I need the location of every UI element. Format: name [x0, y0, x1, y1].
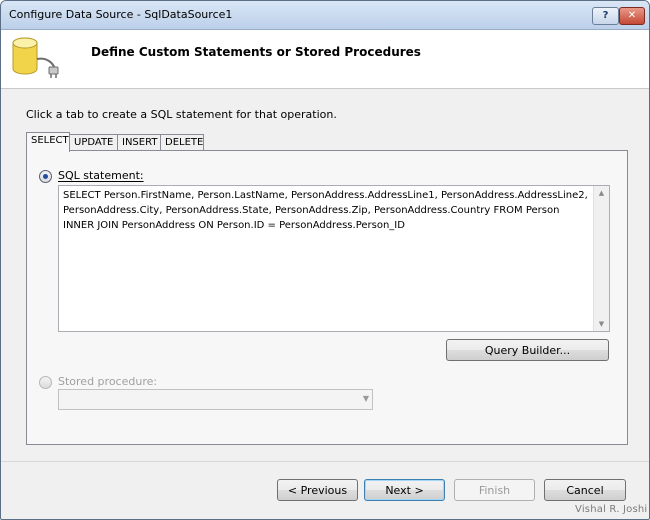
close-button[interactable]: ✕	[619, 7, 645, 25]
select-tab-panel: SQL statement: SELECT Person.FirstName, …	[26, 150, 628, 445]
sql-statement-text: SELECT Person.FirstName, Person.LastName…	[63, 190, 588, 231]
sql-statement-label[interactable]: SQL statement:	[58, 169, 144, 182]
chevron-down-icon: ▼	[362, 394, 369, 403]
sql-statement-radio[interactable]	[39, 170, 52, 183]
sql-statement-label-text: SQL statement:	[58, 169, 144, 182]
title-bar[interactable]: Configure Data Source - SqlDataSource1 ?…	[1, 1, 649, 30]
database-plug-icon	[12, 37, 59, 78]
finish-button[interactable]: Finish	[454, 479, 535, 501]
scroll-up-icon[interactable]: ▲	[594, 186, 609, 200]
tab-update[interactable]: UPDATE	[69, 134, 119, 151]
wizard-header: Define Custom Statements or Stored Proce…	[1, 30, 649, 89]
next-button[interactable]: Next >	[364, 479, 445, 501]
page-title: Define Custom Statements or Stored Proce…	[91, 45, 421, 59]
scroll-down-icon[interactable]: ▼	[594, 317, 609, 331]
vertical-scrollbar[interactable]: ▲ ▼	[593, 186, 609, 331]
stored-procedure-dropdown[interactable]: ▼	[58, 389, 373, 410]
stored-procedure-label: Stored procedure:	[58, 375, 158, 388]
footer-divider	[1, 461, 649, 462]
previous-button[interactable]: < Previous	[277, 479, 358, 501]
sql-statement-textarea[interactable]: SELECT Person.FirstName, Person.LastName…	[58, 185, 610, 332]
tab-select[interactable]: SELECT	[26, 132, 70, 152]
tab-delete[interactable]: DELETE	[160, 134, 204, 151]
query-builder-button[interactable]: Query Builder...	[446, 339, 609, 361]
cancel-button[interactable]: Cancel	[544, 479, 626, 501]
stored-procedure-radio[interactable]	[39, 376, 52, 389]
instruction-text: Click a tab to create a SQL statement fo…	[26, 108, 337, 121]
window-title: Configure Data Source - SqlDataSource1	[9, 8, 233, 21]
configure-data-source-dialog: Configure Data Source - SqlDataSource1 ?…	[0, 0, 650, 520]
watermark-text: Vishal R. Joshi	[575, 504, 648, 515]
tab-insert[interactable]: INSERT	[117, 134, 162, 151]
help-button[interactable]: ?	[592, 7, 619, 25]
